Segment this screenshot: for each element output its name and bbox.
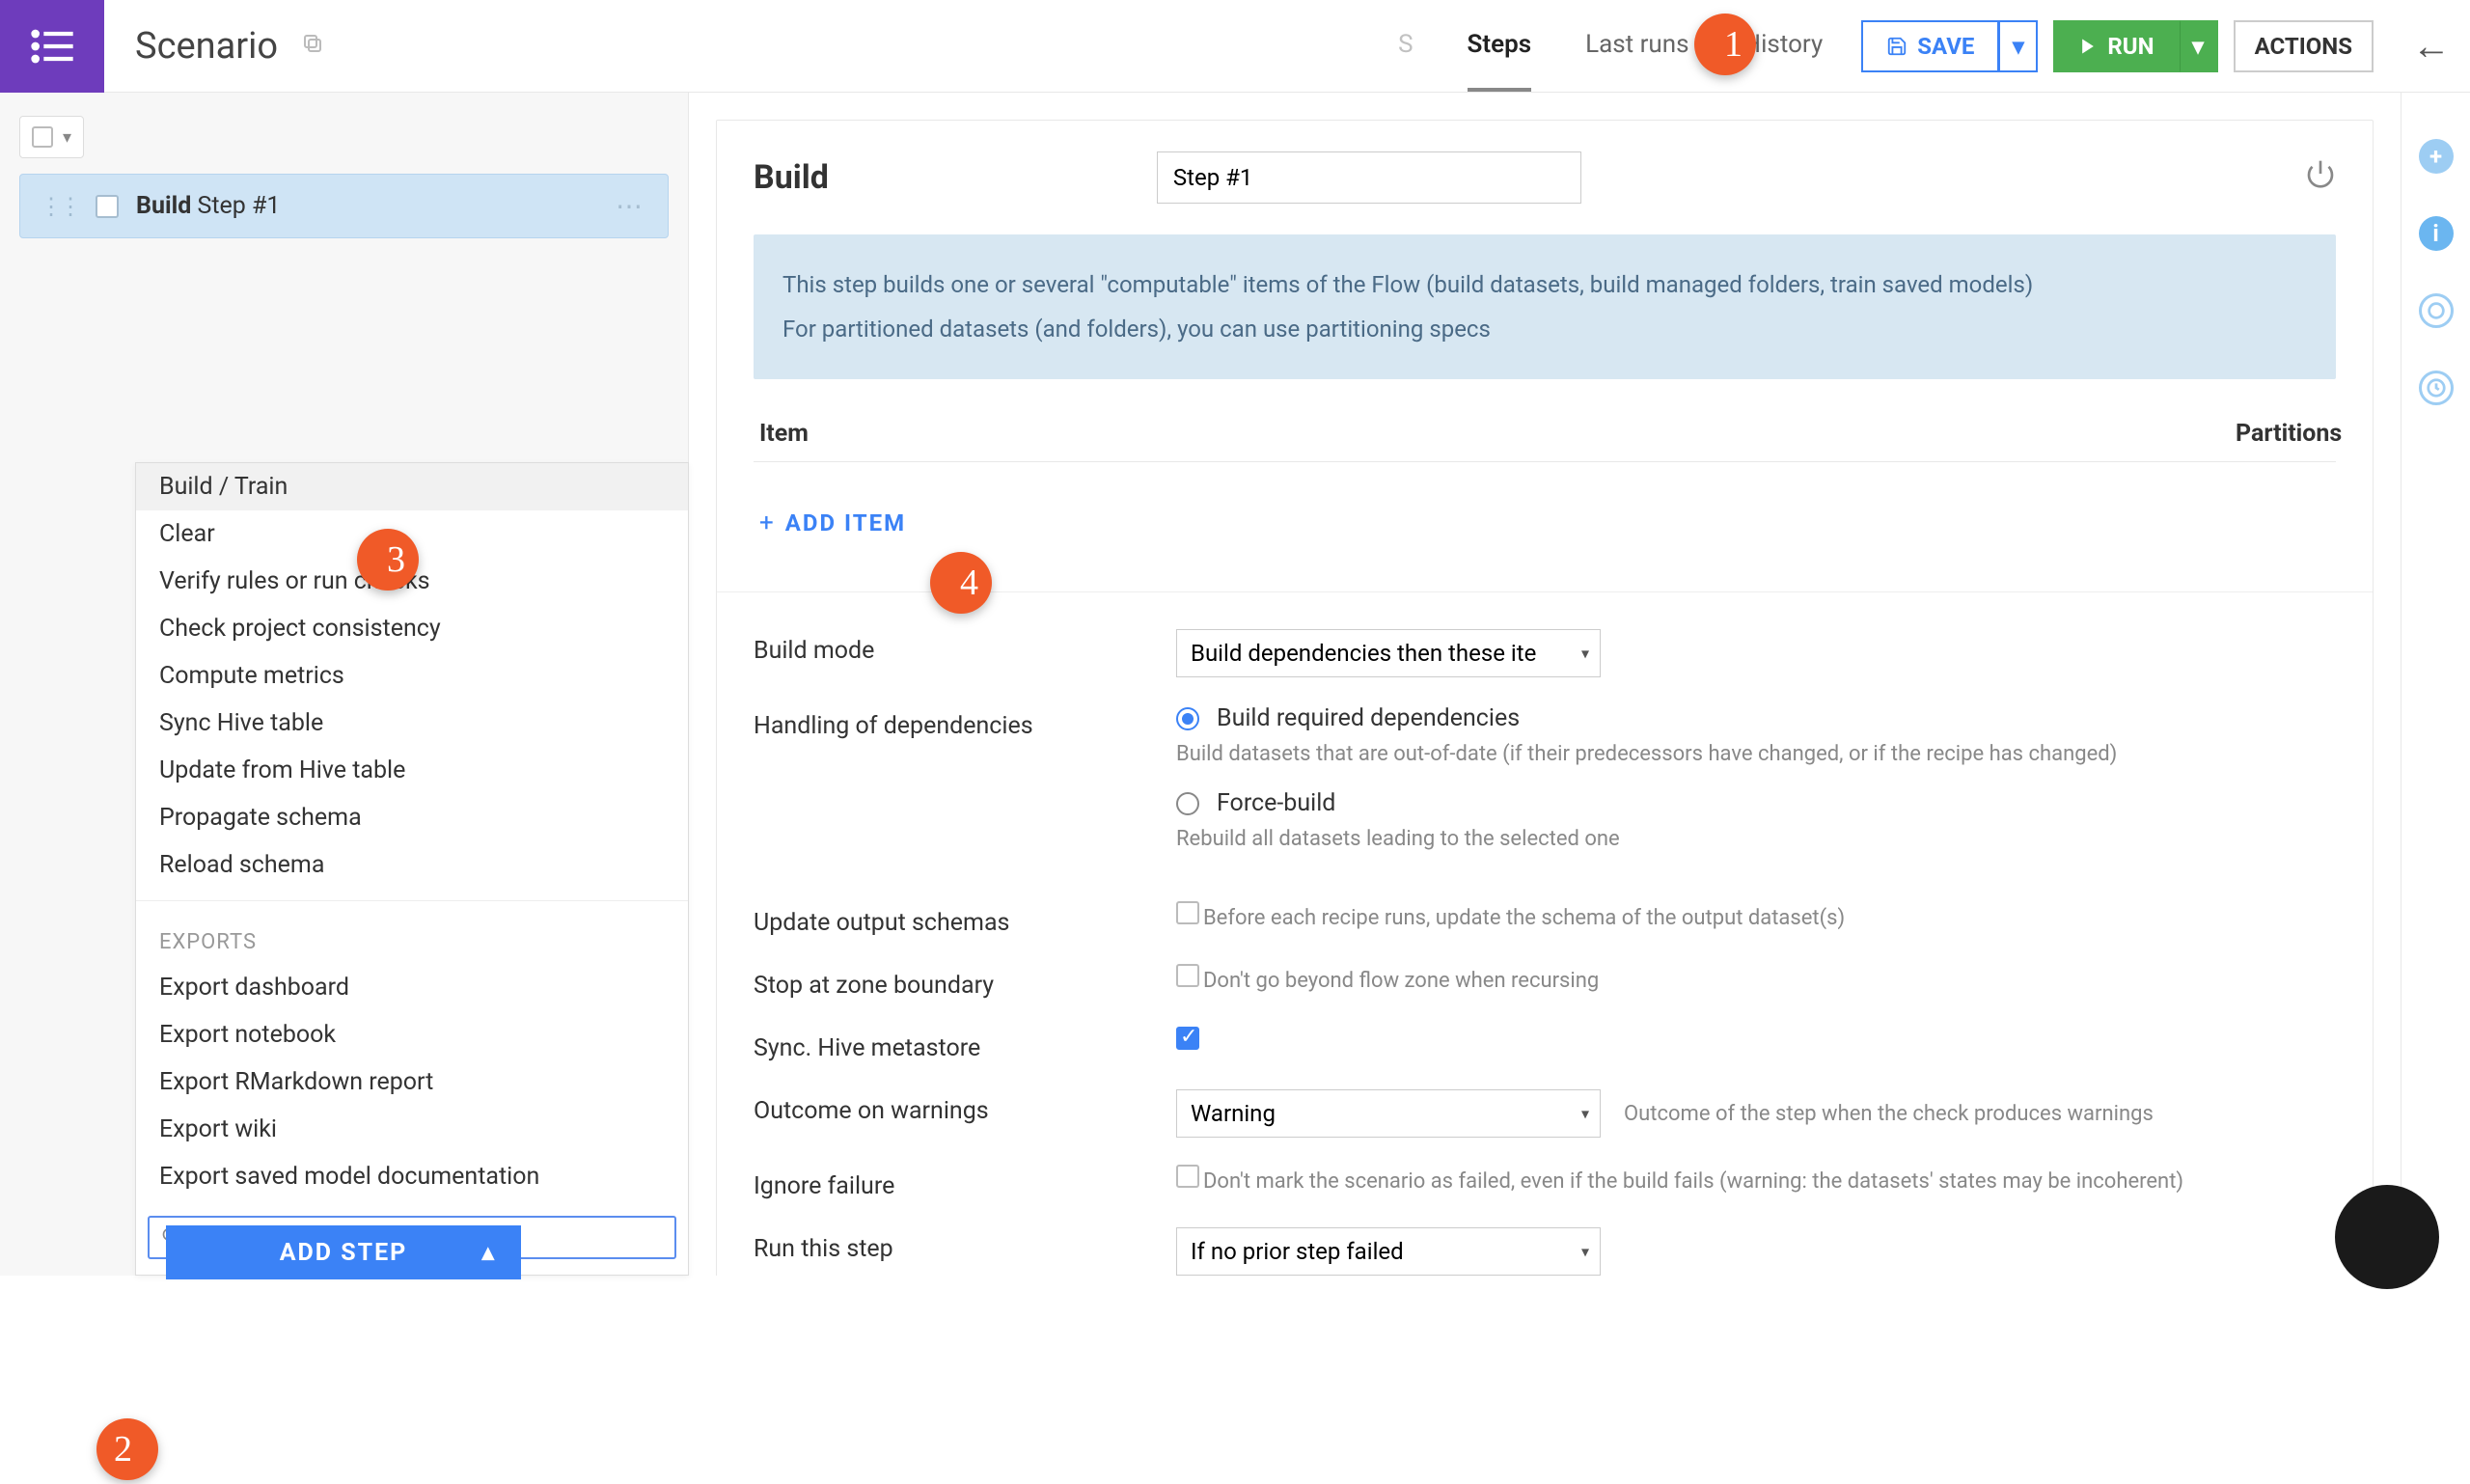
stop-zone-hint: Don't go beyond flow zone when recursing: [1203, 969, 1599, 993]
ignore-failure-checkbox[interactable]: [1176, 1165, 1199, 1188]
rail-loop-icon[interactable]: [2419, 293, 2454, 328]
dep-option-required-label: Build required dependencies: [1217, 704, 1520, 732]
annotation-marker-2: 2: [96, 1418, 166, 1480]
sync-hive-label: Sync. Hive metastore: [754, 1027, 1157, 1062]
outcome-select[interactable]: [1176, 1089, 1601, 1138]
rail-clock-icon[interactable]: [2419, 371, 2454, 405]
update-schema-label: Update output schemas: [754, 901, 1157, 937]
rail-info-icon[interactable]: i: [2419, 216, 2454, 251]
menu-item-clear[interactable]: Clear: [136, 510, 688, 558]
add-step-button[interactable]: ADD STEP ▴: [166, 1225, 521, 1279]
menu-item-verify[interactable]: Verify rules or run checks: [136, 558, 688, 605]
step-label: Build Step #1: [136, 192, 280, 220]
dep-option-force-label: Force-build: [1217, 789, 1335, 817]
step-select-all[interactable]: ▾: [19, 116, 84, 158]
add-step-menu: Build / Train Clear Verify rules or run …: [135, 462, 689, 1276]
tab-history[interactable]: History: [1743, 1, 1824, 92]
more-icon[interactable]: ⋯: [616, 190, 645, 222]
add-step-label: ADD STEP: [280, 1239, 408, 1267]
main-content: Build This step builds one or several "c…: [689, 93, 2401, 1276]
col-item-header: Item: [759, 420, 2236, 448]
menu-section-exports: EXPORTS: [136, 913, 688, 964]
rail-add-icon[interactable]: +: [2419, 139, 2454, 174]
menu-item-export-dashboard[interactable]: Export dashboard: [136, 964, 688, 1011]
run-button[interactable]: RUN: [2053, 20, 2179, 72]
run-step-label: Run this step: [754, 1227, 1157, 1263]
tab-steps[interactable]: Steps: [1468, 1, 1532, 92]
menu-item-metrics[interactable]: Compute metrics: [136, 652, 688, 700]
chat-bubble-icon[interactable]: [2335, 1185, 2439, 1289]
dep-hint-2: Rebuild all datasets leading to the sele…: [1176, 827, 2117, 851]
tab-settings-hidden[interactable]: S: [1398, 1, 1413, 92]
caret-up-icon: ▴: [481, 1238, 496, 1267]
dependencies-label: Handling of dependencies: [754, 704, 1157, 740]
step-item[interactable]: ⋮⋮ Build Step #1 ⋯: [19, 174, 669, 238]
caret-down-icon: ▾: [63, 127, 71, 148]
tab-last-runs[interactable]: Last runs: [1585, 1, 1688, 92]
copy-icon[interactable]: [301, 30, 324, 62]
menu-item-propagate[interactable]: Propagate schema: [136, 794, 688, 841]
checkbox-icon: [32, 126, 53, 148]
update-schema-checkbox[interactable]: [1176, 901, 1199, 924]
dep-hint-1: Build datasets that are out-of-date (if …: [1176, 742, 2117, 766]
menu-item-update-hive[interactable]: Update from Hive table: [136, 747, 688, 794]
info-text-2: For partitioned datasets (and folders), …: [782, 312, 2307, 346]
step-title: Build: [754, 158, 829, 197]
actions-button[interactable]: ACTIONS: [2234, 20, 2374, 72]
add-item-button[interactable]: + ADD ITEM: [759, 508, 906, 537]
add-item-label: ADD ITEM: [785, 509, 906, 536]
outcome-hint: Outcome of the step when the check produ…: [1624, 1102, 2154, 1126]
menu-item-export-model-doc[interactable]: Export saved model documentation: [136, 1153, 688, 1200]
ignore-failure-hint: Don't mark the scenario as failed, even …: [1203, 1169, 2183, 1194]
info-box: This step builds one or several "computa…: [754, 234, 2336, 379]
build-mode-select[interactable]: [1176, 629, 1601, 677]
step-name-input[interactable]: [1157, 151, 1581, 204]
col-partitions-header: Partitions: [2236, 420, 2342, 448]
run-dropdown[interactable]: ▾: [2180, 20, 2218, 72]
plus-icon: +: [759, 508, 776, 537]
drag-handle-icon[interactable]: ⋮⋮: [40, 193, 78, 220]
step-checkbox[interactable]: [96, 195, 119, 218]
ignore-failure-label: Ignore failure: [754, 1165, 1157, 1200]
build-mode-label: Build mode: [754, 629, 1157, 665]
menu-item-sync-hive[interactable]: Sync Hive table: [136, 700, 688, 747]
menu-item-consistency[interactable]: Check project consistency: [136, 605, 688, 652]
power-icon[interactable]: [2305, 158, 2336, 197]
radio-icon: [1176, 707, 1199, 730]
save-dropdown[interactable]: ▾: [1999, 20, 2038, 72]
steps-sidebar: ▾ ⋮⋮ Build Step #1 ⋯ Build / Train Clear…: [0, 93, 689, 1276]
menu-item-reload[interactable]: Reload schema: [136, 841, 688, 889]
save-button[interactable]: SAVE: [1861, 20, 1999, 72]
update-schema-hint: Before each recipe runs, update the sche…: [1203, 906, 1845, 930]
back-arrow-icon[interactable]: ←: [2401, 23, 2470, 69]
info-text-1: This step builds one or several "computa…: [782, 267, 2307, 302]
save-label: SAVE: [1917, 33, 1974, 60]
dep-option-required[interactable]: Build required dependencies: [1176, 704, 2117, 732]
menu-item-build-train[interactable]: Build / Train: [136, 463, 688, 510]
right-rail: + i: [2401, 93, 2470, 1276]
stop-zone-label: Stop at zone boundary: [754, 964, 1157, 1000]
menu-item-export-wiki[interactable]: Export wiki: [136, 1106, 688, 1153]
dep-option-force[interactable]: Force-build: [1176, 789, 2117, 817]
main-menu-button[interactable]: [0, 0, 104, 93]
outcome-label: Outcome on warnings: [754, 1089, 1157, 1125]
run-label: RUN: [2107, 33, 2154, 60]
sync-hive-checkbox[interactable]: [1176, 1027, 1199, 1050]
tabs: S Steps Last runs History: [1398, 1, 1823, 92]
stop-zone-checkbox[interactable]: [1176, 964, 1199, 987]
radio-icon: [1176, 792, 1199, 815]
run-step-select[interactable]: [1176, 1227, 1601, 1276]
page-title: Scenario: [135, 25, 278, 68]
menu-item-export-notebook[interactable]: Export notebook: [136, 1011, 688, 1058]
menu-item-export-rmd[interactable]: Export RMarkdown report: [136, 1058, 688, 1106]
